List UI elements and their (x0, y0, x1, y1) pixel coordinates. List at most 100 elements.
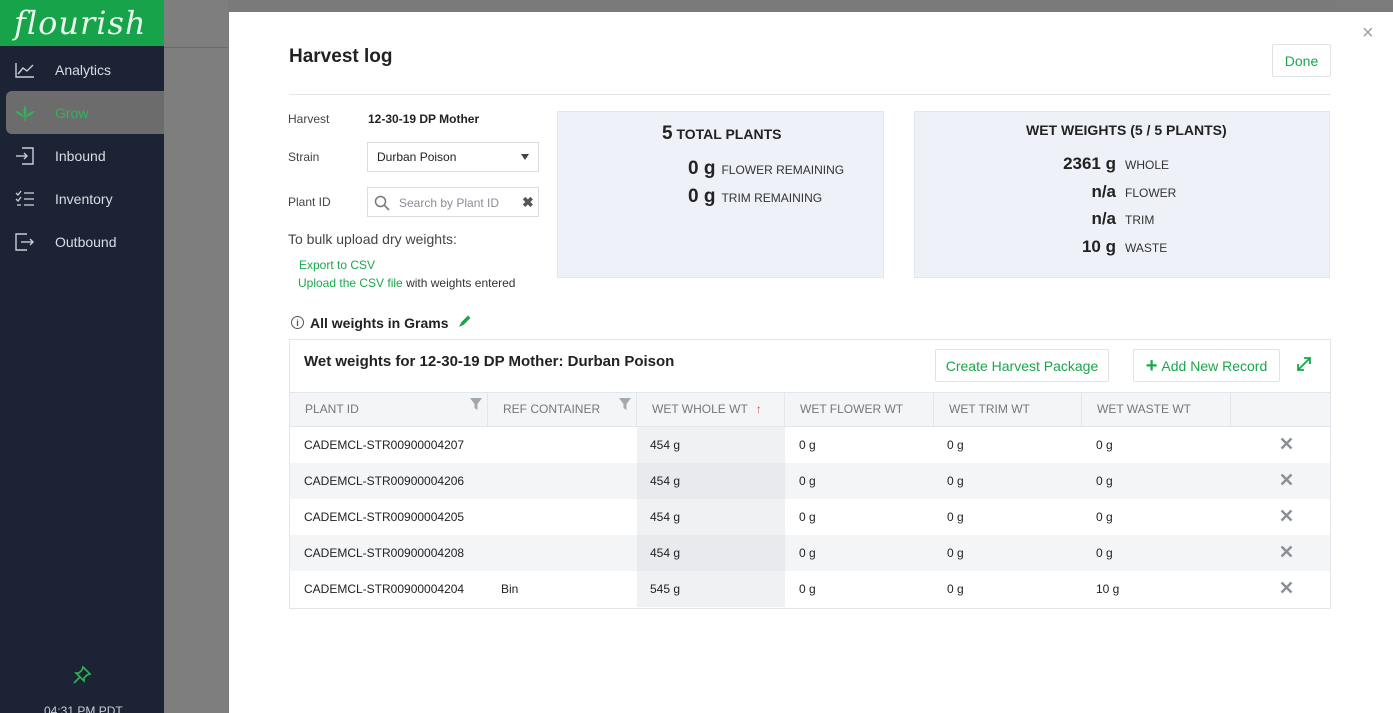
table-row[interactable]: CADEMCL-STR00900004207 454 g 0 g 0 g 0 g (290, 427, 1330, 463)
pin-icon[interactable] (72, 665, 92, 688)
cell-wet-trim[interactable]: 0 g (947, 427, 964, 463)
cell-wet-flower[interactable]: 0 g (799, 499, 816, 535)
cell-wet-trim[interactable]: 0 g (947, 535, 964, 571)
cell-plant-id: CADEMCL-STR00900004208 (304, 546, 465, 560)
wet-flower: n/a FLOWER (915, 182, 1176, 202)
sidebar-item-grow[interactable]: Grow (6, 91, 164, 134)
clear-icon[interactable]: ✖ (522, 194, 534, 211)
bulk-upload-text: To bulk upload dry weights: (288, 231, 457, 247)
cell-wet-flower[interactable]: 0 g (799, 463, 816, 499)
total-plants-label: TOTAL PLANTS (676, 126, 782, 142)
sort-arrow-icon: ↑ (755, 402, 762, 416)
inbound-icon (14, 145, 36, 167)
search-placeholder: Search by Plant ID (399, 196, 500, 210)
upload-csv-link[interactable]: Upload the CSV file (298, 276, 403, 290)
wet-waste: 10 g WASTE (915, 237, 1167, 257)
delete-row-icon[interactable] (1280, 509, 1293, 525)
cell-wet-trim[interactable]: 0 g (947, 571, 964, 607)
close-icon[interactable]: × (1362, 22, 1374, 45)
sidebar-item-outbound[interactable]: Outbound (0, 220, 164, 263)
cell-wet-trim[interactable]: 0 g (947, 463, 964, 499)
cell-wet-waste[interactable]: 0 g (1096, 463, 1113, 499)
delete-row-icon[interactable] (1280, 581, 1293, 597)
upload-csv-line: Upload the CSV file with weights entered (298, 276, 515, 290)
wet-weights-title: WET WEIGHTS (5 / 5 PLANTS) (1026, 122, 1227, 138)
filter-icon[interactable] (470, 397, 482, 414)
col-label: WET TRIM WT (949, 402, 1030, 416)
export-csv-link[interactable]: Export to CSV (299, 258, 375, 272)
table-header: PLANT ID REF CONTAINER WET WHOLE WT ↑ WET… (290, 392, 1330, 427)
sidebar-item-label: Outbound (55, 233, 117, 250)
chevron-down-icon (521, 154, 529, 160)
cell-wet-whole[interactable]: 545 g (637, 571, 785, 607)
table-row[interactable]: CADEMCL-STR00900004206 454 g 0 g 0 g 0 g (290, 463, 1330, 499)
add-new-record-button[interactable]: + Add New Record (1133, 349, 1280, 382)
harvest-label: Harvest (288, 112, 330, 126)
title-divider (289, 94, 1331, 95)
col-label: WET WHOLE WT (652, 402, 748, 416)
cell-wet-trim[interactable]: 0 g (947, 499, 964, 535)
col-header-plant-id[interactable]: PLANT ID (290, 393, 488, 426)
cell-wet-whole[interactable]: 454 g (637, 427, 785, 463)
cell-plant-id: CADEMCL-STR00900004206 (304, 474, 465, 488)
col-header-wet-flower-wt[interactable]: WET FLOWER WT (785, 393, 934, 426)
totals-card: 5 TOTAL PLANTS 0 g FLOWER REMAINING 0 g … (557, 111, 884, 278)
delete-row-icon[interactable] (1280, 437, 1293, 453)
table-title: Wet weights for 12-30-19 DP Mother: Durb… (304, 353, 675, 370)
wet-trim: n/a TRIM (915, 209, 1154, 229)
leaf-icon (14, 102, 36, 124)
flourish-logo[interactable]: flourish (0, 0, 164, 46)
expand-icon[interactable] (1296, 356, 1312, 375)
harvest-log-modal: × Harvest log Done Harvest 12-30-19 DP M… (229, 12, 1393, 713)
search-icon (374, 195, 390, 214)
col-header-wet-trim-wt[interactable]: WET TRIM WT (934, 393, 1082, 426)
table-row[interactable]: CADEMCL-STR00900004204 Bin 545 g 0 g 0 g… (290, 571, 1330, 607)
clock-text: 04:31 PM PDT (44, 704, 123, 713)
delete-row-icon[interactable] (1280, 473, 1293, 489)
info-icon: i (291, 316, 304, 329)
wet-flower-label: FLOWER (1125, 186, 1177, 200)
create-harvest-package-button[interactable]: Create Harvest Package (935, 349, 1109, 382)
col-label: WET FLOWER WT (800, 402, 904, 416)
table-row[interactable]: CADEMCL-STR00900004205 454 g 0 g 0 g 0 g (290, 499, 1330, 535)
flower-remaining: 0 g FLOWER REMAINING (688, 158, 844, 180)
strain-label: Strain (288, 150, 320, 164)
cell-wet-waste[interactable]: 0 g (1096, 535, 1113, 571)
cell-wet-waste[interactable]: 0 g (1096, 427, 1113, 463)
cell-wet-waste[interactable]: 10 g (1096, 571, 1119, 607)
col-header-wet-whole-wt[interactable]: WET WHOLE WT ↑ (637, 393, 785, 426)
delete-row-icon[interactable] (1280, 545, 1293, 561)
cell-wet-waste[interactable]: 0 g (1096, 499, 1113, 535)
logo-text: flourish (14, 4, 147, 42)
outbound-icon (14, 231, 36, 253)
sidebar-item-analytics[interactable]: Analytics (0, 48, 164, 91)
add-record-label: Add New Record (1161, 357, 1268, 374)
sidebar-item-inbound[interactable]: Inbound (0, 134, 164, 177)
col-header-ref-container[interactable]: REF CONTAINER (488, 393, 637, 426)
cell-plant-id: CADEMCL-STR00900004204 (304, 582, 465, 596)
col-label: PLANT ID (305, 402, 359, 416)
cell-ref-container: Bin (501, 582, 519, 596)
wet-whole: 2361 g WHOLE (915, 154, 1169, 174)
cell-wet-whole[interactable]: 454 g (637, 463, 785, 499)
sidebar-item-inventory[interactable]: Inventory (0, 177, 164, 220)
cell-wet-flower[interactable]: 0 g (799, 571, 816, 607)
cell-wet-whole[interactable]: 454 g (637, 535, 785, 571)
wet-whole-value: 2361 g (1063, 154, 1116, 173)
background-content (164, 0, 228, 713)
modal-title: Harvest log (289, 46, 393, 67)
col-header-wet-waste-wt[interactable]: WET WASTE WT (1082, 393, 1231, 426)
strain-select[interactable]: Durban Poison (367, 142, 539, 172)
table-row[interactable]: CADEMCL-STR00900004208 454 g 0 g 0 g 0 g (290, 535, 1330, 571)
wet-weights-card: WET WEIGHTS (5 / 5 PLANTS) 2361 g WHOLE … (914, 111, 1330, 278)
strain-value: Durban Poison (377, 150, 457, 164)
trim-remaining: 0 g TRIM REMAINING (688, 186, 822, 208)
plant-id-search[interactable]: Search by Plant ID ✖ (367, 187, 539, 217)
cell-wet-whole[interactable]: 454 g (637, 499, 785, 535)
done-button[interactable]: Done (1272, 44, 1331, 77)
cell-wet-flower[interactable]: 0 g (799, 535, 816, 571)
cell-wet-flower[interactable]: 0 g (799, 427, 816, 463)
wet-waste-value: 10 g (1081, 237, 1116, 256)
pencil-icon[interactable] (458, 314, 472, 331)
filter-icon[interactable] (619, 397, 631, 414)
